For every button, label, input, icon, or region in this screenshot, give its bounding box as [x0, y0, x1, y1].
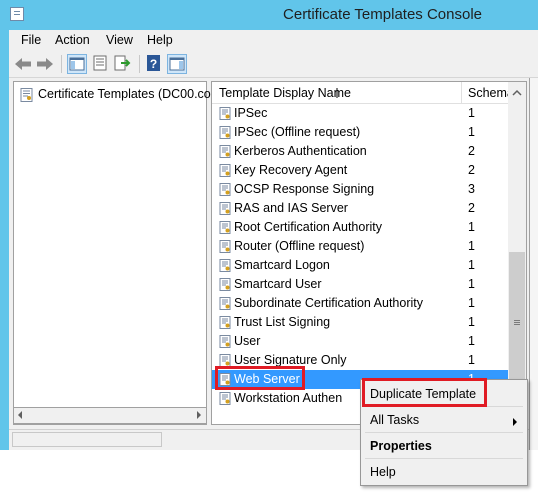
certificate-template-icon [219, 221, 231, 234]
highlight-box-web-server [215, 366, 305, 390]
certificate-template-icon [219, 107, 231, 120]
template-row[interactable]: Key Recovery Agent 2 [212, 161, 508, 180]
tree-item-label: Certificate Templates (DC00.cor [38, 87, 215, 101]
certificate-template-icon [219, 316, 231, 329]
menu-file[interactable]: File [21, 33, 41, 47]
help-icon[interactable]: ? [145, 54, 165, 74]
certificate-template-icon [219, 278, 231, 291]
template-name: Trust List Signing [234, 315, 331, 329]
template-schema: 1 [468, 239, 475, 253]
template-row[interactable]: Subordinate Certification Authority 1 [212, 294, 508, 313]
window-title: Certificate Templates Console [283, 6, 482, 23]
certificate-template-icon [219, 240, 231, 253]
app-window: Certificate Templates Console File Actio… [0, 0, 538, 492]
menu-item-all-tasks[interactable]: All Tasks [370, 413, 419, 427]
template-row[interactable]: Trust List Signing 1 [212, 313, 508, 332]
template-schema: 1 [468, 277, 475, 291]
certificate-template-icon [219, 164, 231, 177]
menu-item-properties[interactable]: Properties [370, 439, 432, 453]
certificate-template-icon [219, 392, 231, 405]
submenu-arrow-icon [513, 418, 517, 426]
list-vertical-scrollbar[interactable] [508, 82, 526, 424]
template-row[interactable]: Smartcard User 1 [212, 275, 508, 294]
template-name: OCSP Response Signing [234, 182, 375, 196]
template-row[interactable]: Router (Offline request) 1 [212, 237, 508, 256]
scroll-up-icon[interactable] [508, 84, 526, 102]
column-divider[interactable] [461, 82, 462, 103]
export-icon[interactable] [113, 54, 133, 74]
template-row[interactable]: OCSP Response Signing 3 [212, 180, 508, 199]
toolbar: ? [9, 50, 538, 78]
tree-horizontal-scrollbar[interactable] [13, 407, 207, 424]
template-name: Subordinate Certification Authority [234, 296, 423, 310]
template-schema: 1 [468, 125, 475, 139]
template-name: Router (Offline request) [234, 239, 365, 253]
action-pane-icon[interactable] [167, 54, 187, 74]
template-name: Root Certification Authority [234, 220, 382, 234]
title-bar[interactable]: Certificate Templates Console [0, 0, 538, 30]
grip-icon [514, 320, 520, 321]
certificate-template-icon [219, 202, 231, 215]
show-tree-icon[interactable] [67, 54, 87, 74]
highlight-box-duplicate-template [362, 378, 487, 407]
template-name: User Signature Only [234, 353, 347, 367]
scroll-left-icon[interactable] [18, 411, 22, 419]
template-schema: 2 [468, 201, 475, 215]
menu-bar: File Action View Help [9, 30, 538, 50]
menu-separator [365, 432, 523, 433]
template-row[interactable]: IPSec 1 [212, 104, 508, 123]
toolbar-separator [139, 55, 140, 73]
template-row[interactable]: User 1 [212, 332, 508, 351]
certificate-template-icon [219, 259, 231, 272]
certificate-template-icon [219, 183, 231, 196]
status-cell [12, 432, 162, 447]
adjacent-window-edge [529, 78, 538, 450]
list-header: Template Display Name Schema [212, 82, 514, 104]
column-header-schema[interactable]: Schema [468, 86, 514, 100]
template-name: Key Recovery Agent [234, 163, 348, 177]
svg-text:?: ? [150, 57, 157, 71]
certificate-template-icon [219, 335, 231, 348]
column-header-display-name[interactable]: Template Display Name [219, 86, 351, 100]
template-schema: 1 [468, 220, 475, 234]
template-name: User [234, 334, 261, 348]
menu-item-help[interactable]: Help [370, 465, 396, 479]
show-list-icon[interactable] [91, 54, 111, 74]
template-schema: 3 [468, 182, 475, 196]
menu-help[interactable]: Help [147, 33, 173, 47]
certificate-template-icon [219, 145, 231, 158]
back-icon[interactable] [14, 57, 32, 71]
menu-view[interactable]: View [106, 33, 133, 47]
template-schema: 1 [468, 334, 475, 348]
scroll-right-icon[interactable] [197, 411, 201, 419]
template-schema: 1 [468, 353, 475, 367]
menu-action[interactable]: Action [55, 33, 90, 47]
template-schema: 2 [468, 144, 475, 158]
certificate-template-icon [219, 297, 231, 310]
console-tree[interactable]: Certificate Templates (DC00.cor [13, 81, 215, 425]
template-schema: 1 [468, 106, 475, 120]
template-row[interactable]: Kerberos Authentication 2 [212, 142, 508, 161]
toolbar-separator [61, 55, 62, 73]
template-name: Workstation Authen [234, 391, 343, 405]
template-name: Smartcard User [234, 277, 322, 291]
template-name: RAS and IAS Server [234, 201, 348, 215]
text-cursor-icon [336, 88, 338, 98]
certificate-template-icon [219, 126, 231, 139]
template-schema: 2 [468, 163, 475, 177]
template-row[interactable]: RAS and IAS Server 2 [212, 199, 508, 218]
forward-icon[interactable] [36, 57, 54, 71]
certificate-template-icon [20, 88, 33, 102]
template-schema: 1 [468, 296, 475, 310]
template-name: Smartcard Logon [234, 258, 330, 272]
template-row[interactable]: Root Certification Authority 1 [212, 218, 508, 237]
menu-separator [365, 458, 523, 459]
template-name: IPSec [234, 106, 268, 120]
template-schema: 1 [468, 315, 475, 329]
template-row[interactable]: IPSec (Offline request) 1 [212, 123, 508, 142]
template-row[interactable]: Smartcard Logon 1 [212, 256, 508, 275]
template-name: IPSec (Offline request) [234, 125, 361, 139]
template-schema: 1 [468, 258, 475, 272]
template-name: Kerberos Authentication [234, 144, 367, 158]
